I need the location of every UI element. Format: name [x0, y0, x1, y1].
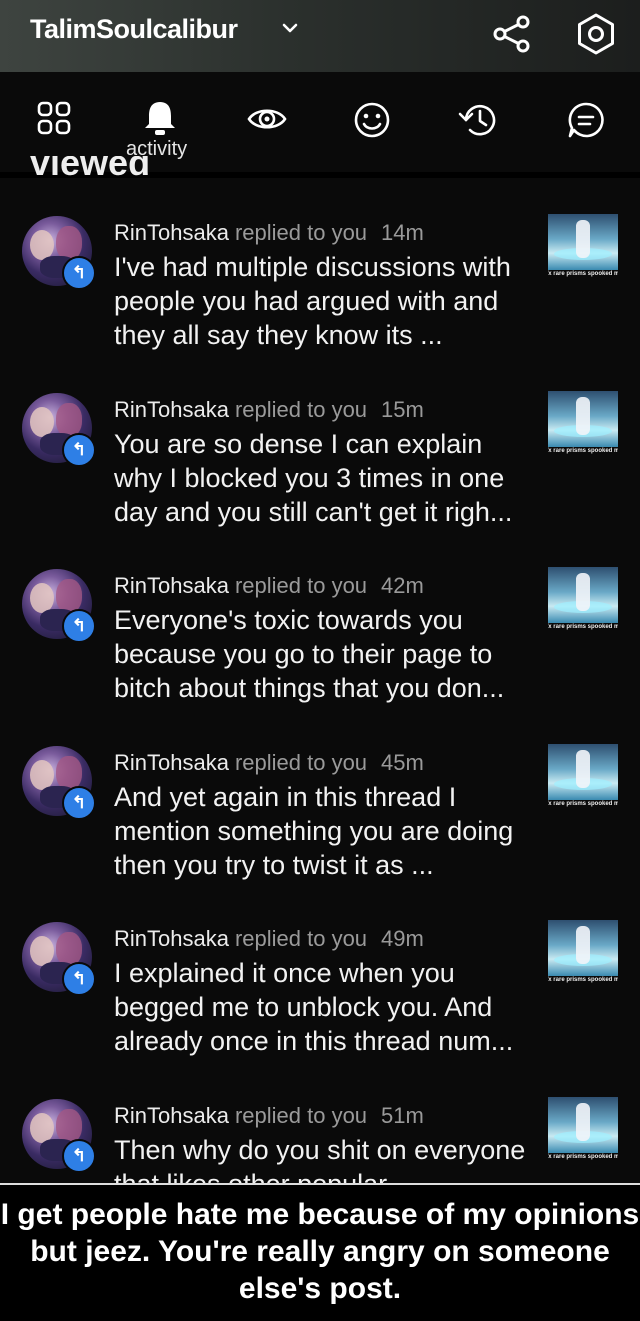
- timestamp: 49m: [381, 926, 424, 952]
- thumbnail-caption: ſx rare prisms spooked m: [548, 800, 618, 807]
- post-thumbnail[interactable]: ſx rare prisms spooked m: [548, 743, 618, 814]
- thumbnail-caption: ſx rare prisms spooked m: [548, 447, 618, 454]
- notification-item[interactable]: ↰ RinTohsaka replied to you 45m And yet ag…: [0, 708, 640, 884]
- notification-item[interactable]: ↰ RinTohsaka replied to you 15m You are so…: [0, 355, 640, 531]
- notification-list[interactable]: ↰ RinTohsaka replied to you 14m I've had m…: [0, 178, 640, 1183]
- reply-icon: ↰: [62, 609, 96, 644]
- action-text: replied to you: [234, 926, 368, 952]
- notification-meta: RinTohsaka replied to you 45m: [114, 750, 424, 776]
- notification-meta: RinTohsaka replied to you 42m: [114, 573, 424, 599]
- post-thumbnail[interactable]: ſx rare prisms spooked m: [548, 1097, 618, 1167]
- timestamp: 51m: [381, 1103, 424, 1128]
- username[interactable]: RinTohsaka: [114, 573, 229, 598]
- timestamp: 45m: [381, 749, 424, 775]
- notification-item[interactable]: ↰ RinTohsaka replied to you 42m Everyone's…: [0, 531, 640, 707]
- thumbnail-caption: ſx rare prisms spooked m: [548, 271, 618, 277]
- post-thumbnail[interactable]: ſx rare prisms spooked m: [548, 214, 618, 284]
- thumbnail-caption: ſx rare prisms spooked m: [548, 624, 618, 631]
- reply-icon: ↰: [62, 785, 96, 820]
- action-text: replied to you: [234, 396, 368, 422]
- post-thumbnail[interactable]: ſx rare prisms spooked m: [548, 920, 618, 990]
- reply-text[interactable]: And yet again in this thread I mention s…: [114, 780, 534, 882]
- timestamp: 42m: [381, 573, 424, 599]
- eye-icon[interactable]: [246, 100, 288, 138]
- notification-item[interactable]: ↰ RinTohsaka replied to you 51m Then why d…: [0, 1061, 640, 1183]
- share-icon[interactable]: [492, 14, 532, 54]
- reply-text[interactable]: I explained it once when you begged me t…: [114, 956, 534, 1058]
- timestamp: 14m: [381, 220, 424, 245]
- notification-meta: RinTohsaka replied to you 14m: [114, 220, 424, 246]
- settings-icon[interactable]: [574, 12, 618, 56]
- meme-caption: I get people hate me because of my opini…: [0, 1198, 640, 1305]
- notification-meta: RinTohsaka replied to you 15m: [114, 397, 424, 423]
- caption-divider: [0, 1183, 640, 1185]
- app-header: TalimSoulcalibur: [0, 0, 640, 72]
- username[interactable]: RinTohsaka: [114, 220, 229, 245]
- chevron-down-icon[interactable]: [282, 22, 298, 34]
- action-text: replied to you: [234, 749, 368, 775]
- action-text: replied to you: [234, 220, 368, 245]
- reply-text[interactable]: I've had multiple discussions with peopl…: [114, 250, 534, 352]
- reply-icon: ↰: [62, 1139, 96, 1173]
- notification-item[interactable]: ↰ RinTohsaka replied to you 14m I've had m…: [0, 178, 640, 354]
- username[interactable]: RinTohsaka: [114, 750, 229, 775]
- bell-icon[interactable]: [140, 98, 180, 138]
- grid-icon[interactable]: [36, 100, 72, 136]
- notification-meta: RinTohsaka replied to you 49m: [114, 926, 424, 952]
- action-text: replied to you: [234, 1103, 368, 1128]
- reply-icon: ↰: [62, 962, 96, 997]
- action-text: replied to you: [234, 573, 368, 599]
- reply-text[interactable]: Everyone's toxic towards you because you…: [114, 603, 534, 705]
- post-thumbnail[interactable]: ſx rare prisms spooked m: [548, 390, 618, 461]
- reply-text[interactable]: You are so dense I can explain why I blo…: [114, 427, 534, 529]
- notification-item[interactable]: ↰ RinTohsaka replied to you 49m I explaine…: [0, 884, 640, 1060]
- profile-title[interactable]: TalimSoulcalibur: [30, 14, 238, 45]
- thumbnail-caption: ſx rare prisms spooked m: [548, 977, 618, 984]
- username[interactable]: RinTohsaka: [114, 397, 229, 422]
- notification-meta: RinTohsaka replied to you 51m: [114, 1103, 424, 1129]
- username[interactable]: RinTohsaka: [114, 926, 229, 951]
- smiley-icon[interactable]: [352, 100, 392, 140]
- reply-text[interactable]: Then why do you shit on everyone that li…: [114, 1133, 534, 1183]
- timestamp: 15m: [381, 396, 424, 422]
- chat-icon[interactable]: [566, 100, 606, 140]
- reply-icon: ↰: [62, 256, 96, 290]
- thumbnail-caption: ſx rare prisms spooked m: [548, 1154, 618, 1160]
- username[interactable]: RinTohsaka: [114, 1103, 229, 1128]
- post-thumbnail[interactable]: ſx rare prisms spooked m: [548, 567, 618, 637]
- reply-icon: ↰: [62, 432, 96, 467]
- history-icon[interactable]: [456, 100, 500, 140]
- section-heading: viewed: [30, 156, 151, 178]
